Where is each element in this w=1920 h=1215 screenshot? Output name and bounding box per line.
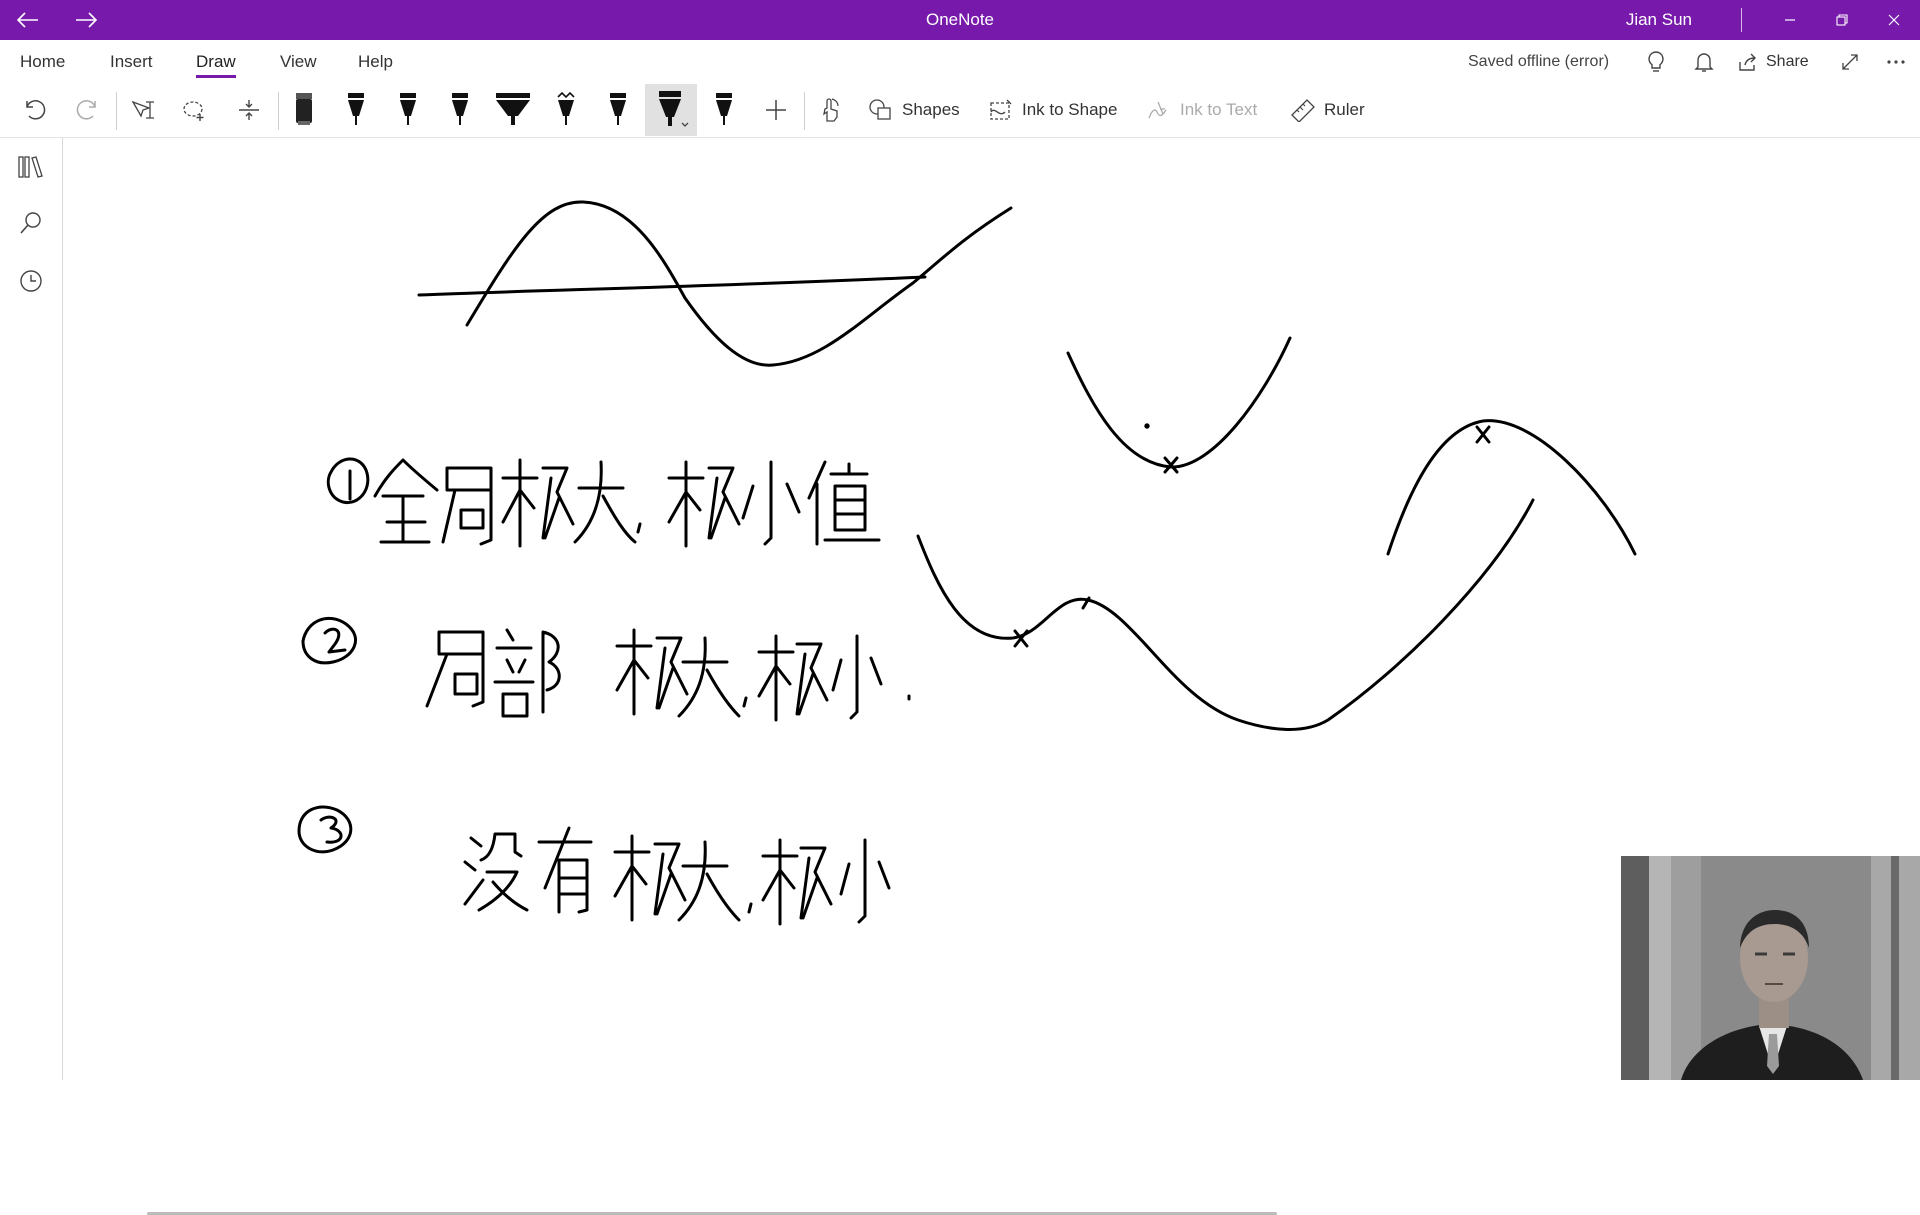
lasso-select-icon[interactable] <box>176 84 214 136</box>
ruler-label: Ruler <box>1324 100 1365 119</box>
ink-valley-curve <box>1066 336 1292 469</box>
search-icon[interactable] <box>14 206 48 240</box>
tab-home[interactable]: Home <box>20 40 65 84</box>
eraser-icon[interactable] <box>284 84 324 136</box>
type-select-icon[interactable] <box>124 84 162 136</box>
tab-view[interactable]: View <box>280 40 317 84</box>
titlebar-separator <box>1741 8 1742 32</box>
ink-wave-curve <box>916 498 1535 731</box>
tab-draw[interactable]: Draw <box>196 40 236 84</box>
draw-toolbar: Shapes Ink to Shape Ink to Text Ruler <box>0 84 1920 136</box>
redo-icon[interactable] <box>68 84 106 136</box>
user-name[interactable]: Jian Sun <box>1626 0 1692 40</box>
ruler-icon <box>1291 99 1315 122</box>
presenter-image <box>1621 856 1920 1080</box>
ink-handwriting-line-2 <box>425 628 911 722</box>
pen-icon[interactable] <box>440 84 480 136</box>
add-pen-icon[interactable] <box>756 84 796 136</box>
shapes-label: Shapes <box>902 100 960 119</box>
share-button[interactable]: Share <box>1738 40 1830 84</box>
ink-to-text-icon <box>1148 101 1167 119</box>
ribbon-tabs: Home Insert Draw View Help <box>0 40 1920 84</box>
ink-to-shape-label: Ink to Shape <box>1022 100 1118 119</box>
ink-handwriting-line-3 <box>463 826 891 926</box>
expand-icon[interactable] <box>1838 40 1862 84</box>
presenter-webcam <box>1621 856 1920 1080</box>
forward-arrow-icon[interactable] <box>58 0 114 40</box>
pen-icon[interactable] <box>336 84 376 136</box>
ink-to-text-label: Ink to Text <box>1180 100 1258 119</box>
touch-draw-icon[interactable] <box>812 84 850 136</box>
ink-to-shape-button[interactable]: Ink to Shape <box>988 84 1124 136</box>
pen-icon[interactable] <box>490 84 536 136</box>
sync-status[interactable]: Saved offline (error) <box>1468 40 1609 84</box>
title-bar: OneNote Jian Sun <box>0 0 1920 40</box>
toolbar-separator <box>278 92 279 130</box>
toolbar-separator <box>116 92 117 130</box>
ink-number-1 <box>326 457 370 505</box>
ruler-button[interactable]: Ruler <box>1290 84 1380 136</box>
notebooks-icon[interactable] <box>14 150 48 184</box>
recent-icon[interactable] <box>14 264 48 298</box>
bell-icon[interactable] <box>1692 40 1716 84</box>
navigation-sidebar <box>0 138 63 1080</box>
ink-to-shape-icon <box>990 99 1012 120</box>
ink-number-3 <box>297 805 353 854</box>
ink-to-text-button[interactable]: Ink to Text <box>1146 84 1272 136</box>
tab-insert[interactable]: Insert <box>110 40 153 84</box>
undo-icon[interactable] <box>16 84 54 136</box>
pen-icon[interactable] <box>704 84 744 136</box>
toolbar-separator <box>804 92 805 130</box>
lightbulb-icon[interactable] <box>1644 40 1668 84</box>
share-label: Share <box>1766 53 1809 70</box>
share-icon <box>1739 53 1756 71</box>
shapes-button[interactable]: Shapes <box>868 84 968 136</box>
pen-icon[interactable] <box>546 84 586 136</box>
minimize-icon[interactable] <box>1762 0 1818 40</box>
ink-number-2 <box>301 616 358 665</box>
restore-icon[interactable] <box>1814 0 1870 40</box>
pen-icon[interactable] <box>598 84 638 136</box>
tab-help[interactable]: Help <box>358 40 393 84</box>
close-icon[interactable] <box>1866 0 1920 40</box>
more-icon[interactable] <box>1882 40 1910 84</box>
insert-space-icon[interactable] <box>230 84 268 136</box>
shapes-icon <box>869 99 891 120</box>
pen-icon[interactable] <box>645 84 697 136</box>
back-arrow-icon[interactable] <box>0 0 56 40</box>
pen-icon[interactable] <box>388 84 428 136</box>
ink-handwriting-line-1 <box>373 458 881 548</box>
